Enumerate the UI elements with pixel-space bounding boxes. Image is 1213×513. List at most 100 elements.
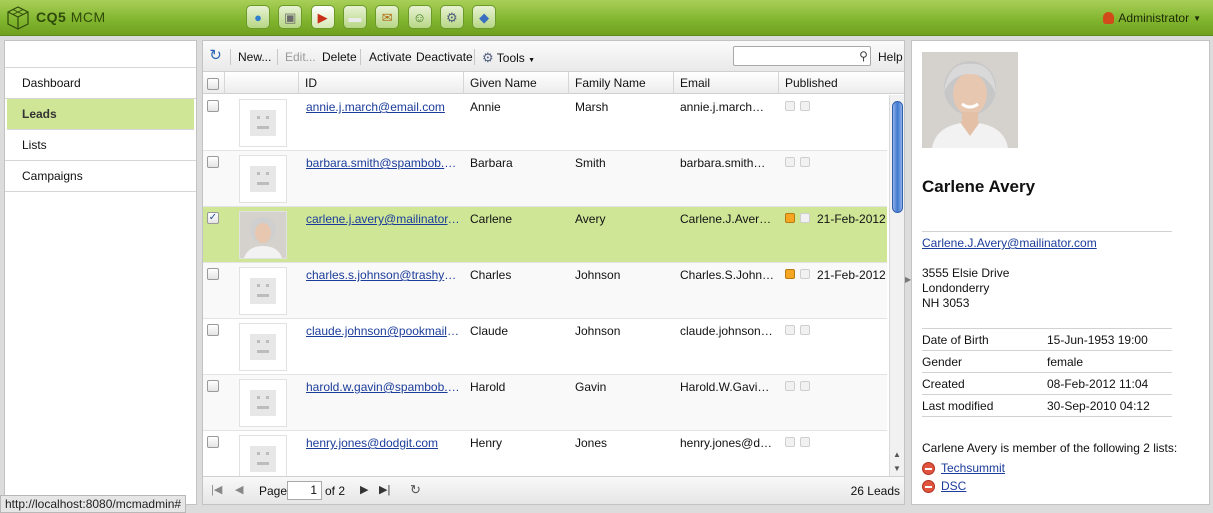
published-status-icon	[785, 381, 795, 391]
portrait-image	[922, 52, 1018, 148]
speech-bubble-icon: ▬	[348, 9, 362, 25]
lead-id-link[interactable]: annie.j.march@email.com	[306, 100, 461, 114]
row-checkbox[interactable]	[207, 380, 219, 392]
nav-item-lists[interactable]: Lists	[5, 130, 196, 161]
lead-id-link[interactable]: barbara.smith@spambob.com	[306, 156, 461, 170]
user-menu[interactable]: Administrator ▼	[1103, 11, 1201, 25]
gears-app-button[interactable]: ⚙	[439, 5, 464, 29]
nav-item-campaigns[interactable]: Campaigns	[5, 161, 196, 192]
gears-icon: ⚙	[445, 9, 458, 25]
lead-name: Carlene Avery	[922, 177, 1036, 196]
column-header-id[interactable]: ID	[299, 72, 464, 94]
column-header-published[interactable]: Published	[779, 72, 887, 94]
tag-app-button[interactable]: ◆	[472, 5, 497, 29]
lead-photo	[922, 52, 1018, 148]
row-checkbox[interactable]	[207, 436, 219, 448]
first-page-icon[interactable]: |◀	[211, 483, 222, 496]
chevron-down-icon: ▼	[1193, 13, 1201, 23]
megaphone-icon: ▶	[317, 9, 328, 25]
email-cell: henry.jones@dod...	[680, 436, 776, 450]
search-input[interactable]	[733, 46, 871, 66]
nav-item-leads[interactable]: Leads	[7, 99, 194, 130]
list-membership-item: DSC	[922, 479, 966, 493]
delete-button[interactable]: Delete	[322, 50, 357, 64]
row-checkbox[interactable]: ✓	[207, 212, 219, 224]
membership-text: Carlene Avery is member of the following…	[922, 441, 1178, 455]
row-checkbox[interactable]	[207, 324, 219, 336]
megaphone-app-button[interactable]: ▶	[310, 5, 335, 29]
edit-button[interactable]: Edit...	[285, 50, 316, 64]
search-icon[interactable]: ⚲	[855, 47, 872, 65]
table-row[interactable]: harold.w.gavin@spambob.com Harold Gavin Har…	[203, 375, 887, 431]
users-app-button[interactable]: ☺	[407, 5, 432, 29]
table-row[interactable]: ✓ carlene.j.avery@mailinator.com Carlene Av…	[203, 207, 887, 263]
list-link[interactable]: DSC	[941, 479, 966, 493]
globe-app-button[interactable]: ●	[246, 5, 270, 29]
refresh-icon[interactable]: ↻	[207, 47, 224, 64]
page-number-input[interactable]: 1	[287, 481, 322, 500]
table-row[interactable]: henry.jones@dodgit.com Henry Jones henry.jo…	[203, 431, 887, 478]
row-checkbox[interactable]	[207, 100, 219, 112]
brand-product: MCM	[70, 9, 106, 25]
grid-toolbar: ↻ New... Edit... Delete Activate Deactiv…	[203, 41, 904, 72]
family-name-cell: Marsh	[575, 100, 609, 114]
previous-page-icon[interactable]: ◀	[235, 483, 243, 496]
mail-app-button[interactable]: ✉	[375, 5, 400, 29]
speech-bubble-app-button[interactable]: ▬	[342, 5, 367, 29]
lead-id-link[interactable]: harold.w.gavin@spambob.com	[306, 380, 461, 394]
published-status-icon	[785, 101, 795, 111]
row-checkbox[interactable]	[207, 156, 219, 168]
page-label: Page	[259, 484, 288, 498]
vertical-scrollbar[interactable]: ▲ ▼	[889, 95, 904, 478]
leads-count: 26 Leads	[850, 484, 900, 498]
next-page-icon[interactable]: ▶	[360, 483, 368, 496]
address-line: NH 3053	[922, 296, 970, 310]
list-link[interactable]: Techsummit	[941, 461, 1005, 475]
family-name-cell: Jones	[575, 436, 608, 450]
remove-icon[interactable]	[922, 479, 935, 493]
tools-menu-button[interactable]: ⚙ Tools ▼	[482, 50, 535, 66]
lead-email-link[interactable]: Carlene.J.Avery@mailinator.com	[922, 236, 1097, 250]
refresh-icon[interactable]: ↻	[410, 482, 421, 498]
help-button[interactable]: Help	[878, 50, 903, 64]
toolbar-separator	[230, 49, 231, 65]
published-status-icon	[785, 437, 795, 447]
property-value: 15-Jun-1953 19:00	[1047, 333, 1148, 347]
new-button[interactable]: New...	[238, 50, 271, 64]
table-row[interactable]: charles.s.johnson@trashymail... Charles Jo…	[203, 263, 887, 319]
remove-icon[interactable]	[922, 461, 935, 475]
toolbar-separator	[277, 49, 278, 65]
table-row[interactable]: barbara.smith@spambob.com Barbara Smith bar…	[203, 151, 887, 207]
column-header-given-name[interactable]: Given Name	[464, 72, 569, 94]
lead-thumbnail	[239, 155, 287, 203]
nav-item-dashboard[interactable]: Dashboard	[5, 68, 196, 99]
row-checkbox[interactable]	[207, 268, 219, 280]
family-name-cell: Johnson	[575, 324, 621, 338]
divider	[922, 350, 1172, 351]
property-value: 30-Sep-2010 04:12	[1047, 399, 1150, 413]
lead-id-link[interactable]: henry.jones@dodgit.com	[306, 436, 461, 450]
lead-detail-panel: Carlene Avery Carlene.J.Avery@mailinator…	[911, 40, 1210, 505]
top-bar: CQ5 MCM ● ▣ ▶ ▬ ✉ ☺ ⚙ ◆ Administrator ▼	[0, 0, 1213, 36]
column-header-email[interactable]: Email	[674, 72, 779, 94]
thumbnail-column-header	[225, 72, 299, 94]
scroll-up-icon[interactable]: ▲	[893, 450, 901, 459]
left-navigation: Dashboard Leads Lists Campaigns	[4, 40, 197, 505]
scrollbar-thumb[interactable]	[892, 101, 903, 213]
table-row[interactable]: claude.johnson@pookmail.com Claude Johnson…	[203, 319, 887, 375]
lead-id-link[interactable]: claude.johnson@pookmail.com	[306, 324, 461, 338]
lead-id-link[interactable]: charles.s.johnson@trashymail...	[306, 268, 461, 282]
column-header-family-name[interactable]: Family Name	[569, 72, 674, 94]
brand-name: CQ5	[36, 9, 67, 25]
modified-status-icon	[800, 381, 810, 391]
last-page-icon[interactable]: ▶|	[379, 483, 390, 496]
activate-button[interactable]: Activate	[369, 50, 412, 64]
placeholder-avatar-icon	[250, 446, 276, 472]
lead-id-link[interactable]: carlene.j.avery@mailinator.com	[306, 212, 461, 226]
camera-app-button[interactable]: ▣	[278, 5, 303, 29]
scroll-down-icon[interactable]: ▼	[893, 464, 901, 473]
cq5-logo-icon	[7, 6, 29, 30]
select-all-checkbox[interactable]	[207, 77, 219, 90]
table-row[interactable]: annie.j.march@email.com Annie Marsh annie.j…	[203, 95, 887, 151]
deactivate-button[interactable]: Deactivate	[416, 50, 473, 64]
